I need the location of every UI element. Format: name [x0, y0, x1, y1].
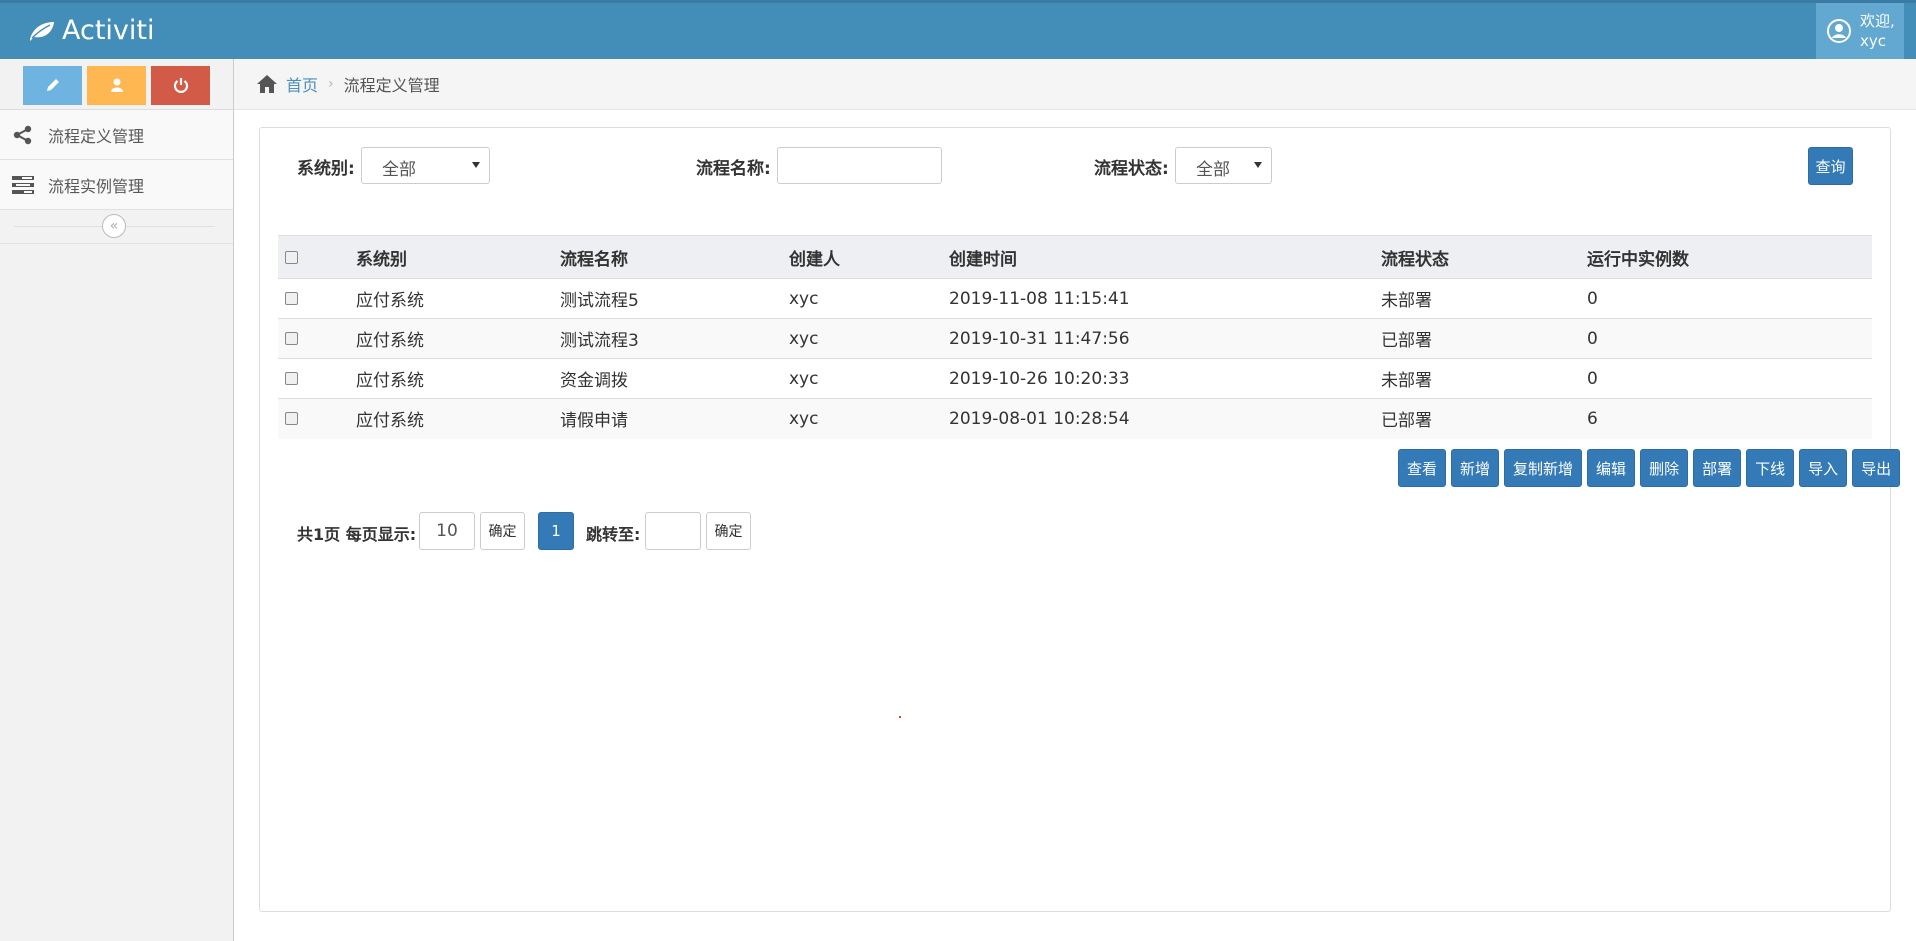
table-cell: 已部署 — [1381, 318, 1587, 359]
sidebar-item-label: 流程实例管理 — [48, 176, 145, 196]
sidebar-item-process-instance[interactable]: 流程实例管理 — [0, 160, 233, 210]
table-cell: 0 — [1587, 318, 1872, 359]
table-cell: 资金调拨 — [560, 358, 789, 399]
table-cell: 未部署 — [1381, 278, 1587, 319]
table-cell: 0 — [1587, 278, 1872, 319]
power-shortcut-button[interactable] — [151, 65, 210, 105]
breadcrumb-home-link[interactable]: 首页 — [286, 72, 318, 96]
user-icon — [110, 78, 123, 92]
view-button[interactable]: 查看 — [1398, 449, 1447, 487]
leaf-icon — [30, 21, 54, 41]
welcome-text: 欢迎, — [1860, 12, 1895, 30]
column-header: 运行中实例数 — [1587, 235, 1872, 279]
table-cell: 未部署 — [1381, 358, 1587, 399]
column-header: 系统别 — [356, 235, 560, 279]
jump-page-input[interactable] — [645, 512, 701, 550]
breadcrumb-separator: › — [328, 76, 334, 92]
power-icon — [173, 78, 188, 93]
add-button[interactable]: 新增 — [1451, 449, 1500, 487]
navbar: Activiti 欢迎, xyc — [0, 0, 1916, 59]
column-header: 流程状态 — [1381, 235, 1587, 279]
table-row[interactable]: 应付系统 请假申请 xyc 2019-08-01 10:28:54 已部署 6 — [278, 398, 1872, 439]
pencil-icon — [46, 79, 59, 91]
status-select[interactable]: 全部 — [1175, 147, 1272, 184]
row-checkbox[interactable] — [285, 332, 298, 345]
stray-dot — [899, 716, 901, 718]
column-header: 流程名称 — [560, 235, 789, 279]
table-cell: 请假申请 — [560, 398, 789, 439]
user-shortcut-button[interactable] — [87, 65, 146, 105]
table-row[interactable]: 应付系统 资金调拨 xyc 2019-10-26 10:20:33 未部署 0 — [278, 358, 1872, 399]
table-cell: 应付系统 — [356, 318, 560, 359]
copy-add-button[interactable]: 复制新增 — [1504, 449, 1583, 487]
username: xyc — [1860, 32, 1887, 50]
table-cell: xyc — [789, 398, 949, 439]
home-icon — [257, 75, 277, 93]
table-cell: xyc — [789, 318, 949, 359]
row-checkbox[interactable] — [285, 292, 298, 305]
import-button[interactable]: 导入 — [1799, 449, 1848, 487]
process-name-label: 流程名称: — [696, 159, 771, 179]
table-cell: 应付系统 — [356, 398, 560, 439]
share-icon — [13, 125, 32, 144]
table-row[interactable]: 应付系统 测试流程3 xyc 2019-10-31 11:47:56 已部署 0 — [278, 318, 1872, 359]
offline-button[interactable]: 下线 — [1746, 449, 1795, 487]
brand-name: Activiti — [62, 15, 155, 46]
table-cell: 6 — [1587, 398, 1872, 439]
process-name-input[interactable] — [777, 147, 942, 184]
system-select[interactable]: 全部 — [361, 147, 490, 184]
caret-down-icon — [472, 162, 480, 168]
table-cell: 2019-08-01 10:28:54 — [949, 398, 1381, 439]
user-circle-icon — [1827, 19, 1851, 43]
table-cell: xyc — [789, 358, 949, 399]
column-header: 创建人 — [789, 235, 949, 279]
breadcrumb-current: 流程定义管理 — [343, 76, 440, 95]
table-cell: 已部署 — [1381, 398, 1587, 439]
sidebar-item-process-definition[interactable]: 流程定义管理 — [0, 110, 233, 160]
select-all-checkbox[interactable] — [285, 250, 298, 264]
jump-label: 跳转至: — [586, 525, 641, 544]
page-size-confirm-button[interactable]: 确定 — [480, 512, 525, 550]
jump-confirm-button[interactable]: 确定 — [706, 512, 751, 550]
table-header-row: 系统别 流程名称 创建人 创建时间 流程状态 运行中实例数 — [278, 235, 1872, 279]
table-row[interactable]: 应付系统 测试流程5 xyc 2019-11-08 11:15:41 未部署 0 — [278, 278, 1872, 319]
delete-button[interactable]: 删除 — [1640, 449, 1689, 487]
user-menu[interactable]: 欢迎, xyc — [1816, 3, 1904, 59]
deploy-button[interactable]: 部署 — [1693, 449, 1742, 487]
row-checkbox[interactable] — [285, 412, 298, 426]
system-filter-label: 系统别: — [297, 159, 355, 179]
table-cell: 应付系统 — [356, 278, 560, 319]
page-1-button[interactable]: 1 — [538, 512, 574, 550]
table-cell: 2019-10-26 10:20:33 — [949, 358, 1381, 399]
breadcrumb: 首页 › 流程定义管理 — [234, 59, 1916, 110]
sidebar: 流程定义管理 流程实例管理 « — [0, 59, 234, 941]
brand[interactable]: Activiti — [26, 15, 155, 46]
table-cell: xyc — [789, 278, 949, 319]
table-cell: 测试流程5 — [560, 278, 789, 319]
table-cell: 0 — [1587, 358, 1872, 399]
action-toolbar: 查看 新增 复制新增 编辑 删除 部署 下线 导入 导出 — [1398, 449, 1901, 487]
table-cell: 2019-11-08 11:15:41 — [949, 278, 1381, 319]
sidebar-collapse-bar: « — [0, 210, 233, 244]
table-cell: 应付系统 — [356, 358, 560, 399]
pager-summary: 共1页 每页显示: — [297, 525, 417, 544]
row-checkbox[interactable] — [285, 372, 298, 385]
process-definition-table: 系统别 流程名称 创建人 创建时间 流程状态 运行中实例数 应付系统 测试流程5… — [278, 235, 1872, 439]
query-button[interactable]: 查询 — [1808, 147, 1853, 185]
export-button[interactable]: 导出 — [1852, 449, 1901, 487]
status-filter-label: 流程状态: — [1094, 159, 1169, 179]
page-size-input[interactable]: 10 — [419, 512, 475, 550]
sidebar-shortcuts — [0, 59, 233, 110]
pencil-shortcut-button[interactable] — [23, 65, 82, 105]
sidebar-item-label: 流程定义管理 — [48, 126, 145, 146]
caret-down-icon — [1254, 162, 1262, 168]
column-header: 创建时间 — [949, 235, 1381, 279]
collapse-sidebar-icon[interactable]: « — [102, 214, 126, 238]
table-cell: 2019-10-31 11:47:56 — [949, 318, 1381, 359]
table-cell: 测试流程3 — [560, 318, 789, 359]
tasks-icon — [12, 175, 34, 194]
edit-button[interactable]: 编辑 — [1587, 449, 1636, 487]
